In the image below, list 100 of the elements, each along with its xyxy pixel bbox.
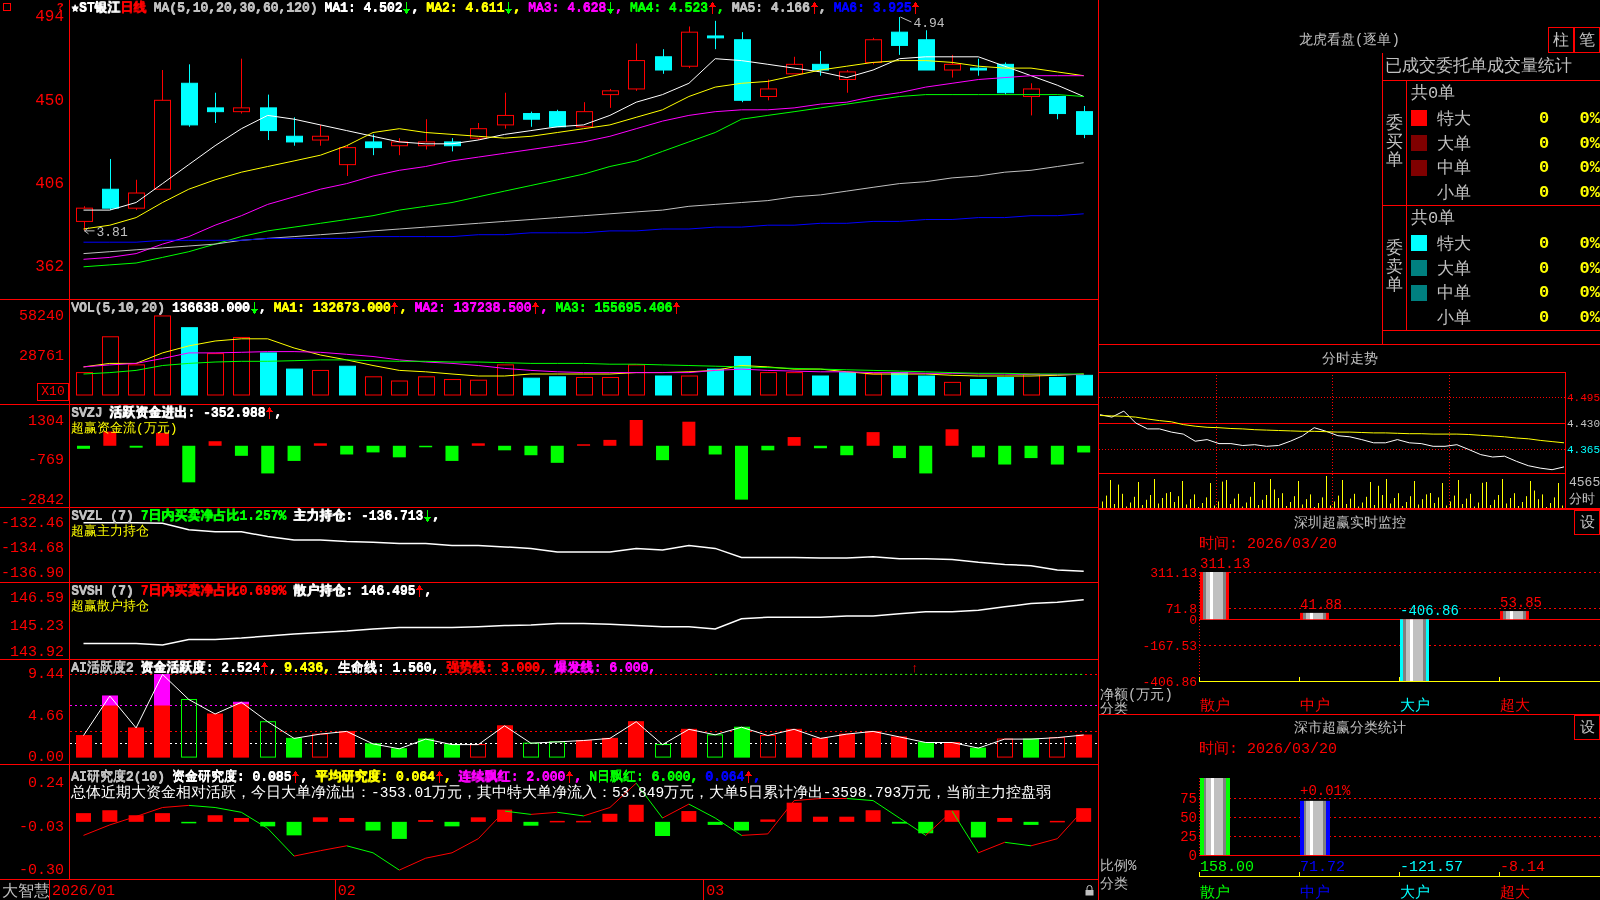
axis-label: 146.59: [10, 589, 64, 607]
activity-bar: [312, 733, 328, 758]
activity-bar: [1023, 738, 1039, 758]
activity-peak-bar: [154, 673, 170, 706]
legend-text: 资金活跃度: 2.524: [140, 660, 260, 676]
axis-label: 0.00: [28, 749, 64, 764]
activity-bar: [681, 728, 697, 758]
activity-bar: [470, 744, 486, 758]
volume-bar: [260, 352, 277, 396]
order-count: 0: [1537, 158, 1551, 178]
legend-text: ,: [432, 508, 440, 524]
legend-text: SVSH (7): [71, 583, 134, 599]
activity-bar: [628, 721, 644, 758]
activity-bar: [734, 726, 750, 758]
axis-title: 净额(万元): [1100, 687, 1173, 703]
fund-flow-bar: [182, 445, 196, 483]
activity-bar: [891, 736, 907, 758]
category-label: 超大: [1500, 698, 1530, 714]
candlestick: [1049, 96, 1066, 120]
axis-label: 0: [1189, 612, 1197, 628]
order-count: 0: [1537, 233, 1551, 253]
category-label: 散户: [1200, 885, 1230, 900]
fund-flow-bar: [313, 443, 327, 446]
candlestick: [812, 50, 829, 77]
settings-button[interactable]: 设: [1574, 510, 1600, 535]
legend-text: MA3: 4.628: [527, 0, 606, 16]
activity-bar: [707, 734, 723, 758]
research-bar: [707, 821, 723, 825]
legend-text: ,: [540, 300, 549, 316]
axis-label: 25: [1180, 828, 1197, 845]
axis-label: -2842: [19, 491, 64, 507]
order-share: 0%: [1578, 283, 1600, 303]
legend-note: 超赢散户持仓: [71, 599, 149, 615]
legend-text: MA6: 3.925: [833, 0, 912, 16]
category-label: 超大: [1500, 885, 1530, 900]
volume-bar: [181, 327, 198, 396]
view-toggle-button[interactable]: 柱: [1548, 27, 1574, 53]
fund-flow-bar: [892, 445, 906, 459]
axis-label: 50: [1180, 809, 1197, 826]
legend-text: 强势线: 3.000,: [446, 660, 548, 676]
activity-bar: [497, 725, 513, 758]
order-count: 0: [1537, 133, 1551, 153]
low-price-label: 3.81: [96, 224, 128, 240]
volume-bar: [628, 364, 645, 396]
fund-flow-bar: [1050, 445, 1064, 465]
activity-bar: [549, 741, 565, 758]
axis-label: 362: [35, 258, 64, 277]
group-label: 委卖单: [1386, 239, 1403, 297]
lock-icon[interactable]: [1085, 884, 1094, 896]
axis-label: -0.30: [19, 862, 64, 879]
legend-text: ,: [753, 769, 761, 785]
activity-bar: [523, 742, 539, 758]
research-bar: [470, 817, 486, 822]
date-label: 02: [337, 883, 356, 900]
candlestick: [497, 92, 514, 130]
research-bar: [970, 821, 986, 838]
legend-text: 136638.000: [171, 300, 250, 316]
candlestick: [128, 179, 145, 211]
candlestick: [839, 69, 856, 94]
candlestick: [102, 158, 119, 211]
square-icon[interactable]: [3, 3, 11, 11]
candlestick: [181, 63, 198, 128]
activity-bar: [260, 721, 276, 758]
order-count: 0: [1537, 308, 1551, 328]
volume-bar: [207, 353, 224, 396]
time-label: 时间: 2026/03/20: [1199, 740, 1338, 760]
order-count: 0: [1537, 183, 1551, 203]
signal-arrow: ↑: [911, 661, 919, 676]
activity-bar: [76, 735, 92, 758]
legend-text: ,: [574, 769, 582, 784]
axis-label: 1304: [28, 413, 64, 431]
activity-bar: [997, 738, 1013, 758]
volume-bar: [286, 368, 303, 396]
panel-title: 深市超赢分类统计: [1293, 718, 1406, 737]
legend-text: 9.436,: [283, 660, 331, 676]
volume-bar: [944, 381, 961, 396]
fund-flow-bar: [708, 445, 722, 455]
category-bar: [1300, 612, 1329, 620]
research-bar: [602, 813, 618, 822]
fund-flow-bar: [998, 445, 1012, 465]
settings-button[interactable]: 设: [1574, 715, 1600, 740]
research-bar: [1076, 808, 1092, 822]
price-label: 4.365: [1567, 443, 1600, 456]
view-toggle-button[interactable]: 笔: [1574, 27, 1600, 53]
candlestick: [365, 133, 382, 156]
candlestick: [523, 111, 540, 128]
category-label: 散户: [1200, 698, 1230, 714]
research-bar: [233, 817, 249, 822]
volume-bar: [786, 372, 803, 396]
fund-flow-bar: [629, 420, 643, 446]
candlestick: [1076, 105, 1093, 139]
legend-text: ,: [443, 769, 452, 785]
panel-title: 深圳超赢实时监控: [1293, 513, 1406, 532]
order-size-label: 特大: [1437, 233, 1472, 255]
fund-flow-bar: [498, 445, 512, 451]
fund-flow-bar: [366, 445, 380, 453]
fund-flow-bar: [155, 432, 169, 446]
activity-bar: [1076, 734, 1092, 758]
axis-title: 分类: [1100, 701, 1128, 714]
fund-flow-bar: [261, 445, 275, 474]
